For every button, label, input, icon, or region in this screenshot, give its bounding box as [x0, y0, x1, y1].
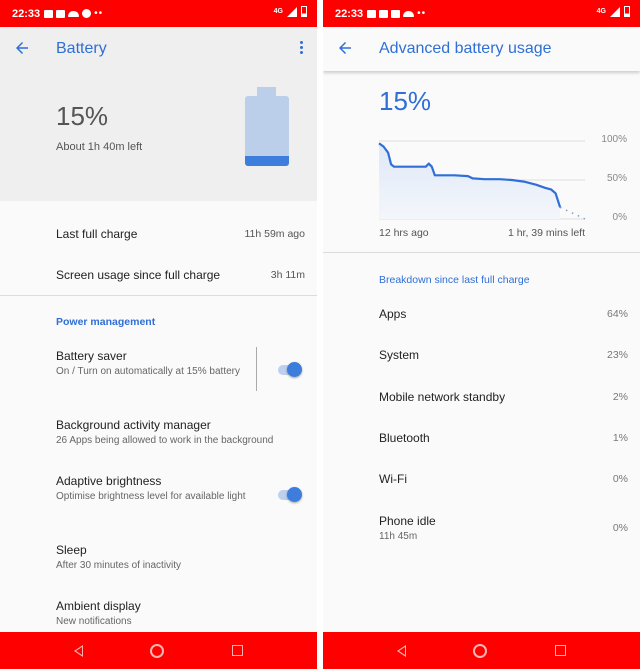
signal-icon [287, 6, 297, 17]
setting-title: Sleep [56, 543, 87, 557]
chart-area-fill [379, 143, 561, 219]
app-bar: Advanced battery usage [323, 27, 640, 71]
notification-icon [367, 9, 377, 18]
app-notification-icon [82, 9, 92, 18]
page-title: Battery [56, 40, 107, 57]
setting-ambient-display[interactable]: Ambient display New notifications [56, 599, 305, 628]
notification-icon [44, 9, 54, 18]
navigation-bar [323, 632, 640, 669]
calendar-icon [391, 9, 401, 18]
last-full-charge-row: Last full charge 11h 59m ago [56, 227, 305, 241]
adaptive-brightness-toggle[interactable] [276, 486, 302, 504]
setting-title: Background activity manager [56, 418, 211, 432]
x-label-end: 1 hr, 39 mins left [507, 227, 585, 239]
breakdown-row[interactable]: System 23% [379, 348, 628, 362]
section-header: Breakdown since last full charge [379, 274, 530, 286]
battery-status-icon [301, 6, 307, 17]
breakdown-row[interactable]: Apps 64% [379, 307, 628, 321]
chart-prediction-line [559, 206, 586, 220]
breakdown-value: 0% [612, 522, 628, 534]
breakdown-row[interactable]: Wi-Fi 0% [379, 472, 628, 486]
cloud-icon [403, 10, 415, 17]
y-tick-50: 50% [606, 173, 627, 184]
battery-percent: 15% [379, 86, 432, 116]
nav-back-icon[interactable] [73, 644, 83, 657]
breakdown-value: 0% [612, 473, 628, 485]
nav-recents-icon[interactable] [232, 645, 244, 656]
status-bar: 22:33 •• 4G [323, 0, 640, 27]
breakdown-value: 23% [606, 349, 628, 361]
time-remaining: About 1h 40m left [56, 141, 143, 153]
breakdown-row[interactable]: Phone idle 11h 45m 0% [379, 514, 628, 542]
section-header: Power management [56, 316, 156, 328]
setting-adaptive-brightness[interactable]: Adaptive brightness Optimise brightness … [56, 474, 247, 503]
row-title: Screen usage since full charge [56, 268, 221, 282]
calendar-icon [56, 9, 66, 18]
battery-usage-chart [378, 140, 586, 220]
nav-back-icon[interactable] [396, 644, 406, 657]
breakdown-title: Phone idle [379, 514, 436, 528]
breakdown-title: Wi-Fi [379, 472, 407, 486]
status-time: 22:33 [335, 7, 364, 20]
setting-sleep[interactable]: Sleep After 30 minutes of inactivity [56, 543, 305, 572]
row-value: 11h 59m ago [244, 228, 305, 240]
battery-percent: 15% [56, 101, 109, 131]
signal-icon [610, 6, 620, 17]
more-options-icon[interactable] [300, 41, 303, 54]
navigation-bar [0, 632, 317, 669]
battery-level-fill [245, 155, 289, 166]
nav-recents-icon[interactable] [555, 645, 567, 656]
divider [323, 252, 640, 253]
setting-subtitle: New notifications [56, 616, 132, 627]
breakdown-value: 2% [612, 391, 628, 403]
setting-subtitle: 26 Apps being allowed to work in the bac… [56, 435, 274, 446]
battery-level-icon [244, 87, 290, 167]
divider [0, 295, 317, 296]
more-notifications-icon: •• [417, 8, 427, 19]
nav-home-icon[interactable] [150, 643, 165, 658]
setting-title: Ambient display [56, 599, 141, 613]
status-bar: 22:33 •• 4G [0, 0, 317, 27]
battery-status-icon [624, 6, 630, 17]
advanced-battery-screen: 22:33 •• 4G Advanced battery usage 15% 1… [323, 0, 640, 669]
setting-subtitle: On / Turn on automatically at 15% batter… [56, 366, 240, 377]
setting-title: Battery saver [56, 349, 127, 363]
more-notifications-icon: •• [94, 8, 104, 19]
breakdown-row[interactable]: Mobile network standby 2% [379, 390, 628, 404]
breakdown-title: System [379, 348, 420, 362]
setting-subtitle: After 30 minutes of inactivity [56, 560, 182, 571]
breakdown-title: Mobile network standby [379, 390, 506, 404]
battery-screen: 22:33 •• 4G Battery 15% About 1h 40m lef… [0, 0, 317, 669]
app-bar: Battery [0, 27, 317, 71]
setting-battery-saver[interactable]: Battery saver On / Turn on automatically… [56, 349, 247, 378]
y-tick-0: 0% [612, 212, 627, 223]
breakdown-title: Apps [379, 307, 407, 321]
breakdown-value: 64% [606, 308, 628, 320]
page-title: Advanced battery usage [379, 40, 552, 57]
breakdown-value: 1% [612, 432, 628, 444]
vertical-divider [256, 347, 257, 391]
back-arrow-icon[interactable] [336, 39, 354, 57]
status-time: 22:33 [12, 7, 41, 20]
row-value: 3h 11m [270, 269, 305, 281]
setting-background-activity[interactable]: Background activity manager 26 Apps bein… [56, 418, 305, 447]
breakdown-subtitle: 11h 45m [379, 531, 418, 542]
battery-saver-toggle[interactable] [276, 361, 302, 379]
image-icon [379, 9, 389, 18]
screen-usage-row: Screen usage since full charge 3h 11m [56, 268, 305, 282]
network-type: 4G [596, 8, 606, 15]
x-label-start: 12 hrs ago [379, 227, 429, 239]
network-type: 4G [273, 8, 283, 15]
y-tick-100: 100% [601, 134, 627, 145]
nav-home-icon[interactable] [473, 643, 488, 658]
cloud-icon [68, 10, 80, 17]
breakdown-title: Bluetooth [379, 431, 430, 445]
setting-title: Adaptive brightness [56, 474, 162, 488]
breakdown-row[interactable]: Bluetooth 1% [379, 431, 628, 445]
back-arrow-icon[interactable] [13, 39, 31, 57]
setting-subtitle: Optimise brightness level for available … [56, 491, 246, 502]
